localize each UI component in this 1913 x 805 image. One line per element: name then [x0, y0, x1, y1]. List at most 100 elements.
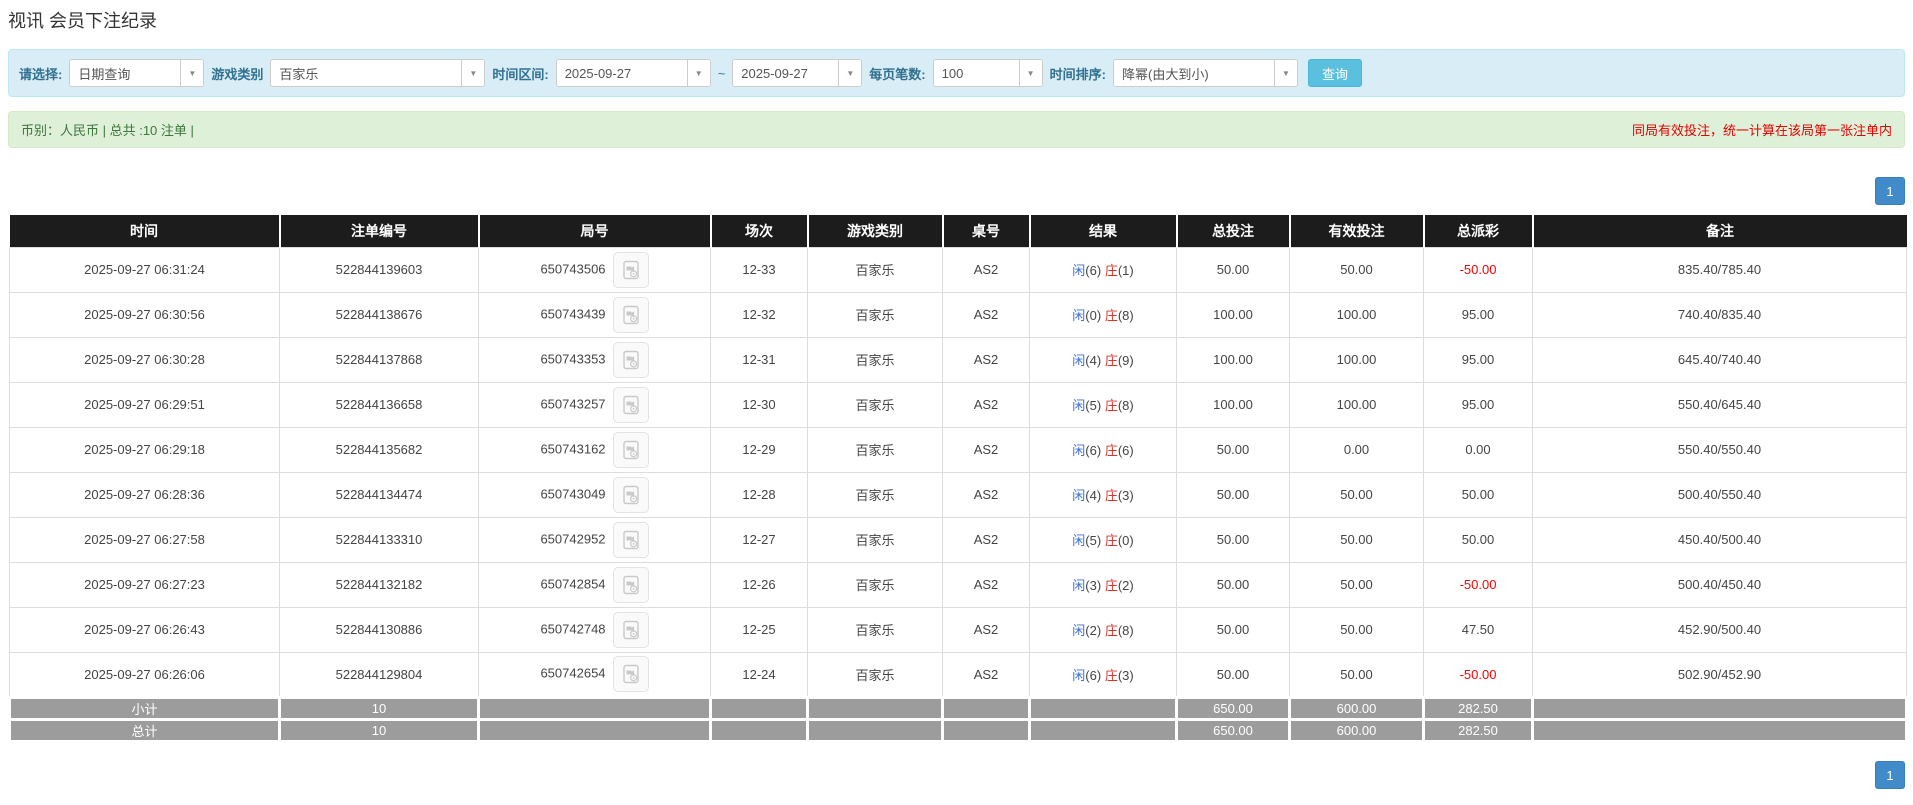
cell-bet-id: 522844139603 [280, 247, 479, 292]
sort-order-label: 时间排序: [1050, 64, 1106, 83]
video-replay-button[interactable] [613, 477, 649, 513]
cell-game-type: 百家乐 [808, 652, 943, 697]
cell-time: 2025-09-27 06:27:58 [10, 517, 280, 562]
result-banker-score: (8) [1118, 308, 1134, 323]
query-type-select[interactable]: 日期查询 ▼ [69, 59, 204, 87]
video-file-icon [621, 260, 641, 280]
cell-total-bet-link[interactable]: 100.00 [1177, 382, 1290, 427]
result-player-label: 闲 [1072, 578, 1085, 593]
date-from-select[interactable]: 2025-09-27 ▼ [556, 59, 711, 87]
result-player-score: (6) [1085, 263, 1101, 278]
result-banker-score: (2) [1118, 578, 1134, 593]
cell-payout: -50.00 [1424, 562, 1533, 607]
cell-total-bet-link[interactable]: 50.00 [1177, 427, 1290, 472]
cell-time: 2025-09-27 06:29:18 [10, 427, 280, 472]
table-row: 2025-09-27 06:26:43 522844130886 6507427… [10, 607, 1907, 652]
pagination-top: 1 [8, 177, 1905, 205]
result-banker-score: (3) [1118, 488, 1134, 503]
cell-total-bet-link[interactable]: 50.00 [1177, 652, 1290, 697]
video-replay-button[interactable] [613, 252, 649, 288]
cell-total-bet-link[interactable]: 100.00 [1177, 292, 1290, 337]
page-1-button[interactable]: 1 [1875, 761, 1905, 789]
cell-game-type: 百家乐 [808, 472, 943, 517]
video-replay-button[interactable] [613, 387, 649, 423]
cell-game-type: 百家乐 [808, 562, 943, 607]
video-file-icon [621, 620, 641, 640]
subtotal-valid-bet: 600.00 [1290, 697, 1424, 719]
cell-game-type: 百家乐 [808, 382, 943, 427]
round-id-value: 650742854 [540, 576, 605, 591]
table-row: 2025-09-27 06:29:51 522844136658 6507432… [10, 382, 1907, 427]
video-file-icon [621, 350, 641, 370]
cell-remark: 645.40/740.40 [1533, 337, 1907, 382]
cell-table-no: AS2 [943, 562, 1030, 607]
cell-payout: -50.00 [1424, 247, 1533, 292]
video-replay-button[interactable] [613, 432, 649, 468]
video-file-icon [621, 485, 641, 505]
cell-bet-id: 522844138676 [280, 292, 479, 337]
cell-time: 2025-09-27 06:26:06 [10, 652, 280, 697]
table-row: 2025-09-27 06:28:36 522844134474 6507430… [10, 472, 1907, 517]
result-player-label: 闲 [1072, 353, 1085, 368]
table-row: 2025-09-27 06:27:58 522844133310 6507429… [10, 517, 1907, 562]
cell-session: 12-25 [711, 607, 808, 652]
result-banker-label: 庄 [1105, 263, 1118, 278]
result-banker-score: (6) [1118, 443, 1134, 458]
video-replay-button[interactable] [613, 297, 649, 333]
per-page-select[interactable]: 100 ▼ [933, 59, 1043, 87]
cell-total-bet-link[interactable]: 50.00 [1177, 247, 1290, 292]
video-replay-button[interactable] [613, 656, 649, 692]
video-replay-button[interactable] [613, 567, 649, 603]
cell-total-bet-link[interactable]: 100.00 [1177, 337, 1290, 382]
cell-total-bet-link[interactable]: 50.00 [1177, 472, 1290, 517]
cell-remark: 500.40/550.40 [1533, 472, 1907, 517]
cell-game-type: 百家乐 [808, 607, 943, 652]
page-1-button[interactable]: 1 [1875, 177, 1905, 205]
cell-payout: 50.00 [1424, 472, 1533, 517]
cell-round-id: 650743257 [479, 382, 711, 427]
cell-result: 闲(3) 庄(2) [1030, 562, 1177, 607]
cell-session: 12-30 [711, 382, 808, 427]
filter-bar: 请选择: 日期查询 ▼ 游戏类别 百家乐 ▼ 时间区间: 2025-09-27 … [8, 49, 1905, 97]
round-id-value: 650743162 [540, 441, 605, 456]
cell-round-id: 650743439 [479, 292, 711, 337]
cell-valid-bet: 0.00 [1290, 427, 1424, 472]
cell-round-id: 650743049 [479, 472, 711, 517]
video-replay-button[interactable] [613, 522, 649, 558]
table-row: 2025-09-27 06:31:24 522844139603 6507435… [10, 247, 1907, 292]
cell-bet-id: 522844132182 [280, 562, 479, 607]
cell-remark: 835.40/785.40 [1533, 247, 1907, 292]
subtotal-empty-cell [1030, 697, 1177, 719]
game-type-select[interactable]: 百家乐 ▼ [270, 59, 485, 87]
result-banker-label: 庄 [1105, 398, 1118, 413]
result-player-label: 闲 [1072, 398, 1085, 413]
cell-time: 2025-09-27 06:30:56 [10, 292, 280, 337]
round-id-value: 650742748 [540, 621, 605, 636]
cell-table-no: AS2 [943, 247, 1030, 292]
cell-game-type: 百家乐 [808, 292, 943, 337]
date-to-select[interactable]: 2025-09-27 ▼ [732, 59, 862, 87]
video-file-icon [621, 395, 641, 415]
search-button[interactable]: 查询 [1308, 59, 1362, 87]
result-player-score: (6) [1085, 443, 1101, 458]
cell-total-bet-link[interactable]: 50.00 [1177, 517, 1290, 562]
cell-result: 闲(0) 庄(8) [1030, 292, 1177, 337]
total-payout: 282.50 [1424, 719, 1533, 741]
cell-time: 2025-09-27 06:26:43 [10, 607, 280, 652]
query-type-value: 日期查询 [70, 60, 180, 86]
cell-bet-id: 522844136658 [280, 382, 479, 427]
header-time: 时间 [10, 215, 280, 247]
table-row: 2025-09-27 06:29:18 522844135682 6507431… [10, 427, 1907, 472]
grand-total-row: 总计 10 650.00 600.00 282.50 [10, 719, 1907, 741]
total-empty-cell [943, 719, 1030, 741]
cell-session: 12-28 [711, 472, 808, 517]
sort-order-select[interactable]: 降幂(由大到小) ▼ [1113, 59, 1298, 87]
result-banker-score: (3) [1118, 668, 1134, 683]
cell-total-bet-link[interactable]: 50.00 [1177, 562, 1290, 607]
video-replay-button[interactable] [613, 342, 649, 378]
video-replay-button[interactable] [613, 612, 649, 648]
result-player-score: (5) [1085, 533, 1101, 548]
cell-total-bet-link[interactable]: 50.00 [1177, 607, 1290, 652]
result-player-label: 闲 [1072, 308, 1085, 323]
cell-game-type: 百家乐 [808, 247, 943, 292]
